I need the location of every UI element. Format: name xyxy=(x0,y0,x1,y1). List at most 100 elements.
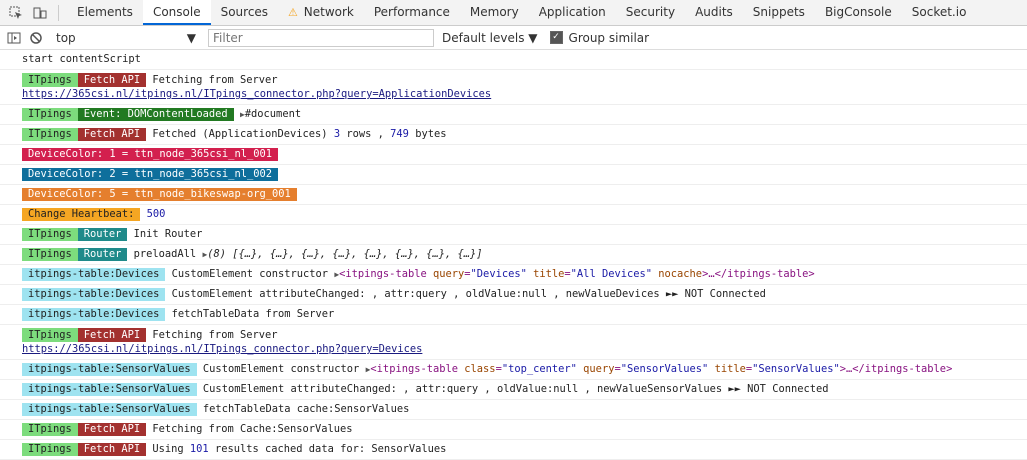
badge-itpings: ITpings xyxy=(22,443,78,456)
filter-input[interactable] xyxy=(208,28,434,47)
attr-value: "top_center" xyxy=(501,363,577,375)
badge-router: Router xyxy=(77,228,128,241)
attr-name: query xyxy=(433,268,465,280)
group-similar-label: Group similar xyxy=(568,30,650,45)
badge-fetch-api: Fetch API xyxy=(77,128,147,141)
badge-fetch-api: Fetch API xyxy=(77,443,147,456)
inspect-element-icon[interactable] xyxy=(8,5,24,21)
log-number: 3 xyxy=(333,128,341,140)
log-text: results cached data for: SensorValues xyxy=(214,443,447,455)
attr-name: title xyxy=(714,363,746,375)
log-row: DeviceColor: 2 = ttn_node_365csi_nl_002 xyxy=(0,165,1027,185)
tab-application[interactable]: Application xyxy=(529,0,616,25)
badge-event: Event: DOMContentLoaded xyxy=(77,108,234,121)
tab-bigconsole[interactable]: BigConsole xyxy=(815,0,902,25)
context-selector[interactable]: top ▼ xyxy=(56,31,196,45)
log-text: Fetched (ApplicationDevices) xyxy=(152,128,328,140)
log-link[interactable]: https://365csi.nl/itpings.nl/ITpings_con… xyxy=(22,343,422,355)
badge-itpings: ITpings xyxy=(22,108,78,121)
log-text: rows , xyxy=(346,128,384,140)
log-node[interactable]: #document xyxy=(245,108,301,120)
badge-table-devices: itpings-table:Devices xyxy=(22,308,166,321)
tab-performance[interactable]: Performance xyxy=(364,0,460,25)
group-similar-checkbox[interactable]: ✓ xyxy=(549,31,563,44)
attr-value: "SensorValues" xyxy=(752,363,840,375)
log-text: CustomElement constructor xyxy=(202,363,360,375)
element-close-tag: >…</itpings-table> xyxy=(839,363,953,375)
attr-value: "SensorValues" xyxy=(620,363,709,375)
badge-itpings: ITpings xyxy=(22,228,78,241)
badge-router: Router xyxy=(77,248,128,261)
log-number: 101 xyxy=(189,443,209,455)
log-row: itpings-table:Devices CustomElement attr… xyxy=(0,285,1027,305)
log-row: itpings-table:SensorValues fetchTableDat… xyxy=(0,400,1027,420)
log-row: ITpings Router preloadAll ▶(8) [{…}, {…},… xyxy=(0,245,1027,265)
log-text: fetchTableData cache:SensorValues xyxy=(202,403,410,415)
badge-heartbeat: Change Heartbeat: xyxy=(22,208,141,221)
log-text: CustomElement constructor xyxy=(171,268,329,280)
devtools-tabbar: Elements Console Sources ⚠ Network Perfo… xyxy=(0,0,1027,26)
log-text: Fetching from Server xyxy=(152,329,278,341)
tab-console[interactable]: Console xyxy=(142,0,211,25)
badge-device-color: DeviceColor: 2 = ttn_node_365csi_nl_002 xyxy=(22,168,278,181)
sidebar-toggle-icon[interactable] xyxy=(6,30,22,46)
badge-table-sensorvalues: itpings-table:SensorValues xyxy=(22,363,197,376)
tab-snippets[interactable]: Snippets xyxy=(743,0,815,25)
log-row: ITpings Fetch API Fetched (ApplicationDev… xyxy=(0,125,1027,145)
badge-table-devices: itpings-table:Devices xyxy=(22,268,166,281)
tab-memory[interactable]: Memory xyxy=(460,0,529,25)
log-row: ITpings Fetch API Fetching from Server ht… xyxy=(0,325,1027,360)
levels-label: Default levels xyxy=(442,30,525,45)
tab-security[interactable]: Security xyxy=(616,0,685,25)
attr-name: query xyxy=(583,363,615,375)
log-row: itpings-table:Devices CustomElement cons… xyxy=(0,265,1027,285)
attr-value: "All Devices" xyxy=(570,268,652,280)
tab-network[interactable]: ⚠ Network xyxy=(278,0,364,25)
element-open-tag: <itpings-table xyxy=(339,268,427,280)
log-row: ITpings Fetch API Fetching from Cache:Sen… xyxy=(0,420,1027,440)
warning-icon: ⚠ xyxy=(288,6,298,19)
badge-itpings: ITpings xyxy=(22,73,78,87)
badge-itpings: ITpings xyxy=(22,128,78,141)
log-row: start contentScript xyxy=(0,50,1027,70)
log-row: ITpings Fetch API Using 101 results cache… xyxy=(0,440,1027,460)
log-text: Fetching from Server xyxy=(152,74,278,86)
log-text: Init Router xyxy=(133,228,203,240)
tab-elements[interactable]: Elements xyxy=(67,0,143,25)
log-row: ITpings Fetch API Fetching from Server ht… xyxy=(0,70,1027,105)
log-link[interactable]: https://365csi.nl/itpings.nl/ITpings_con… xyxy=(22,88,491,100)
log-row: DeviceColor: 5 = ttn_node_bikeswap-org_0… xyxy=(0,185,1027,205)
levels-dropdown[interactable]: Default levels ▼ xyxy=(442,31,538,45)
attr-name: title xyxy=(533,268,565,280)
log-element[interactable]: <itpings-table class="top_center" query=… xyxy=(370,363,952,375)
badge-itpings: ITpings xyxy=(22,328,78,342)
log-text: bytes xyxy=(415,128,447,140)
tab-audits[interactable]: Audits xyxy=(685,0,743,25)
badge-fetch-api: Fetch API xyxy=(77,73,147,87)
tab-sources[interactable]: Sources xyxy=(211,0,278,25)
badge-itpings: ITpings xyxy=(22,423,78,436)
log-number: 749 xyxy=(390,128,409,140)
log-row: itpings-table:SensorValues CustomElement… xyxy=(0,360,1027,380)
dropdown-arrow-icon: ▼ xyxy=(528,30,538,45)
badge-table-devices: itpings-table:Devices xyxy=(22,288,166,301)
log-array[interactable]: (8) [{…}, {…}, {…}, {…}, {…}, {…}, {…}, … xyxy=(207,248,482,260)
clear-console-icon[interactable] xyxy=(28,30,44,46)
log-text: fetchTableData from Server xyxy=(171,308,335,320)
badge-table-sensorvalues: itpings-table:SensorValues xyxy=(22,383,197,396)
attr-name: class xyxy=(464,363,496,375)
device-toolbar-icon[interactable] xyxy=(32,5,48,21)
dropdown-arrow-icon: ▼ xyxy=(186,30,196,45)
badge-itpings: ITpings xyxy=(22,248,78,261)
tab-network-label: Network xyxy=(303,5,354,19)
log-text: CustomElement attributeChanged: , attr:q… xyxy=(202,383,829,395)
log-row: ITpings Router Init Router xyxy=(0,225,1027,245)
console-log: start contentScript ITpings Fetch API Fet… xyxy=(0,50,1027,460)
attr-name: nocache xyxy=(658,268,703,280)
badge-device-color: DeviceColor: 5 = ttn_node_bikeswap-org_0… xyxy=(22,188,297,201)
log-element[interactable]: <itpings-table query="Devices" title="Al… xyxy=(339,268,815,280)
tab-socketio[interactable]: Socket.io xyxy=(902,0,977,25)
log-text: Fetching from Cache:SensorValues xyxy=(152,423,353,435)
element-close-tag: >…</itpings-table> xyxy=(702,268,815,280)
log-number: 500 xyxy=(146,208,166,220)
